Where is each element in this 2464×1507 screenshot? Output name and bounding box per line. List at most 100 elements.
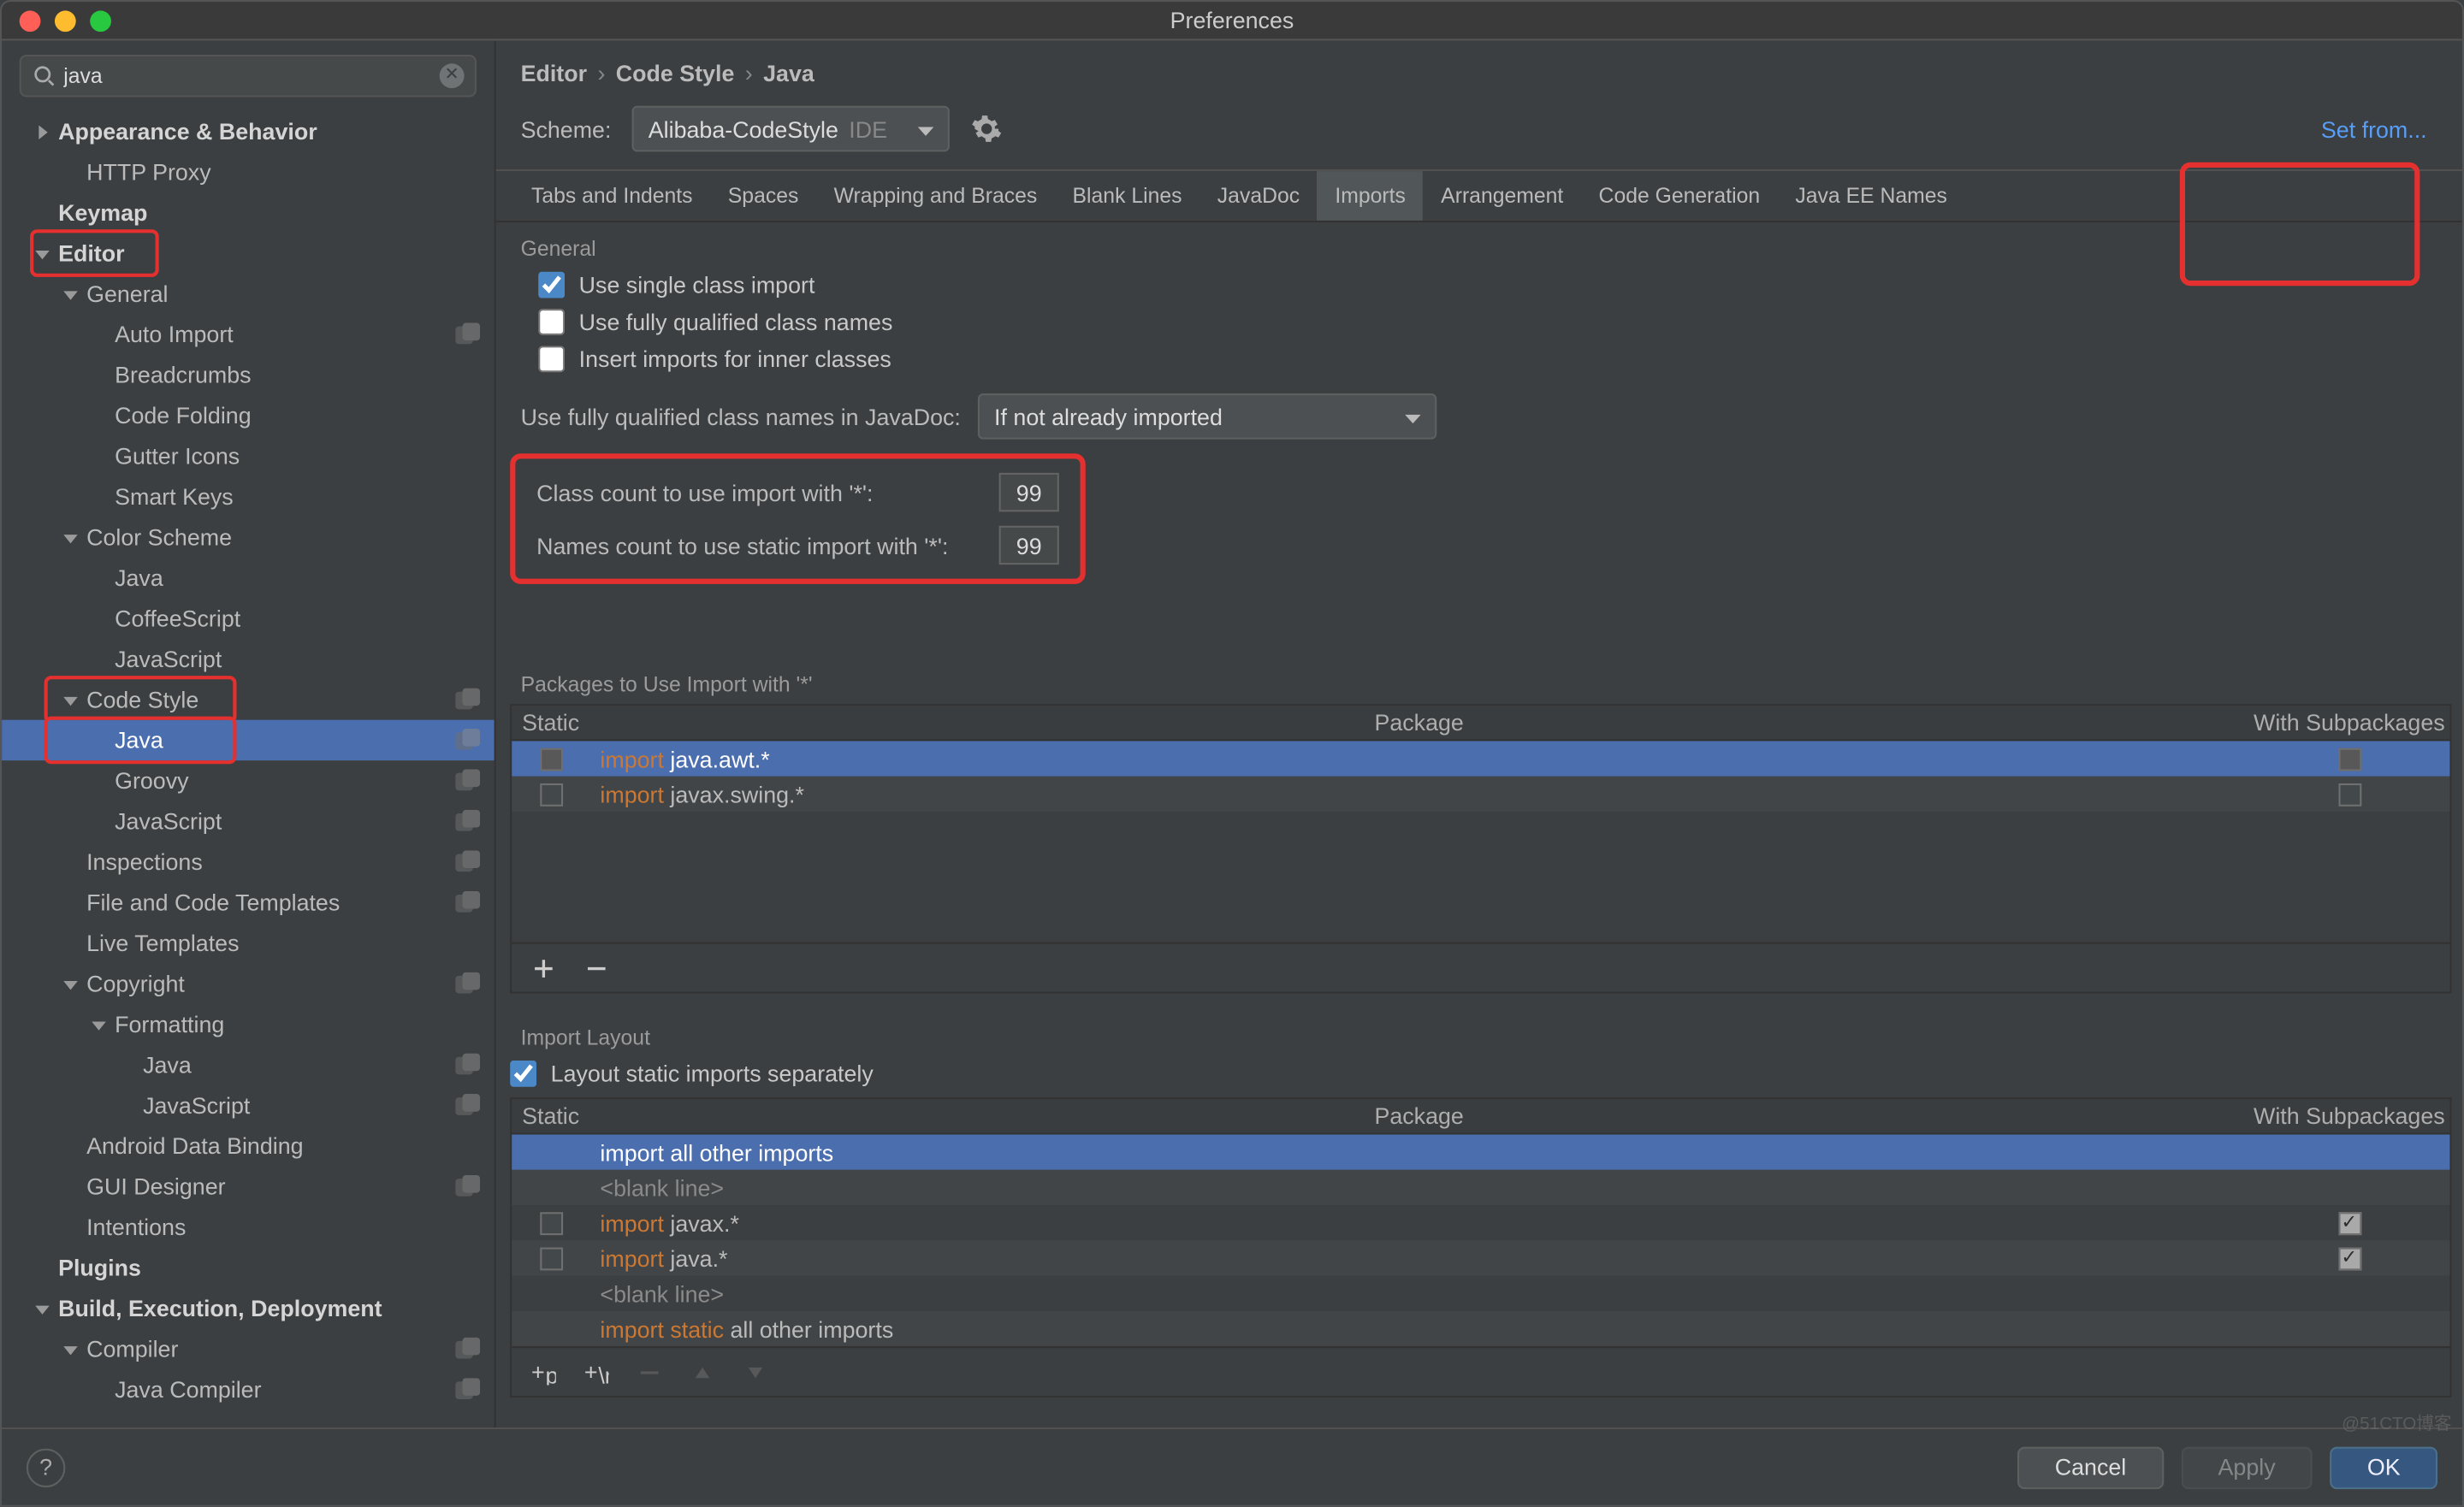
checkbox-insert-imports-for-inner-classes[interactable]: Insert imports for inner classes [538, 346, 2437, 372]
sidebar-item-android-data-binding[interactable]: Android Data Binding [2, 1126, 495, 1166]
subpackages-checkbox[interactable] [2337, 748, 2360, 771]
pkg-table-title: Packages to Use Import with '*' [496, 658, 2462, 704]
sidebar-item-build-execution-deployment[interactable]: Build, Execution, Deployment [2, 1288, 495, 1328]
sidebar-item-java[interactable]: Java [2, 720, 495, 760]
static-checkbox[interactable] [539, 1211, 562, 1234]
checkbox-use-single-class-import[interactable]: Use single class import [538, 272, 2437, 298]
tab-javadoc[interactable]: JavaDoc [1199, 171, 1318, 221]
sidebar-item-gui-designer[interactable]: GUI Designer [2, 1167, 495, 1207]
pkg-table[interactable]: Static Package With Subpackages import j… [510, 704, 2451, 993]
sidebar-item-label: Android Data Binding [86, 1132, 495, 1159]
scheme-badge-icon [455, 728, 480, 753]
sidebar-item-live-templates[interactable]: Live Templates [2, 923, 495, 963]
move-up-button[interactable] [689, 1357, 717, 1386]
sidebar-item-copyright[interactable]: Copyright [2, 963, 495, 1003]
window-title: Preferences [2, 7, 2462, 33]
sidebar-item-appearance-behavior[interactable]: Appearance & Behavior [2, 111, 495, 151]
sidebar-item-auto-import[interactable]: Auto Import [2, 314, 495, 354]
package-cell: import javax.* [589, 1209, 2248, 1236]
tab-spaces[interactable]: Spaces [710, 171, 816, 221]
table-row[interactable]: import javax.swing.* [512, 777, 2449, 812]
package-cell: import static all other imports [589, 1315, 2248, 1342]
remove-row-button[interactable] [583, 954, 611, 982]
sidebar-item-color-scheme[interactable]: Color Scheme [2, 517, 495, 557]
remove-row-button[interactable] [636, 1357, 664, 1386]
subpackages-checkbox[interactable] [2337, 783, 2360, 806]
general-options: Use single class import Use fully qualifi… [496, 269, 2462, 383]
sidebar-item-inspections[interactable]: Inspections [2, 842, 495, 882]
ok-button[interactable]: OK [2331, 1446, 2437, 1489]
fq-dropdown[interactable]: If not already imported [978, 393, 1436, 440]
sidebar-item-label: Intentions [86, 1214, 495, 1240]
sidebar-item-keymap[interactable]: Keymap [2, 192, 495, 233]
tab-code-generation[interactable]: Code Generation [1581, 171, 1778, 221]
static-checkbox[interactable] [539, 783, 562, 806]
table-row[interactable]: import java.awt.* [512, 741, 2449, 776]
class-count-label: Class count to use import with '*': [536, 479, 873, 505]
sidebar-item-javascript[interactable]: JavaScript [2, 639, 495, 679]
tab-tabs-and-indents[interactable]: Tabs and Indents [513, 171, 710, 221]
clear-search-icon[interactable]: ✕ [440, 63, 465, 88]
sidebar-item-compiler[interactable]: Compiler [2, 1328, 495, 1368]
tab-imports[interactable]: Imports [1318, 171, 1424, 221]
cancel-button[interactable]: Cancel [2017, 1446, 2163, 1489]
gear-icon[interactable] [971, 113, 1003, 145]
col-package: Package [589, 709, 2248, 736]
sidebar-item-java-compiler[interactable]: Java Compiler [2, 1369, 495, 1409]
sidebar-item-http-proxy[interactable]: HTTP Proxy [2, 151, 495, 192]
checkbox-label: Use fully qualified class names [579, 309, 893, 335]
add-row-button[interactable] [530, 954, 558, 982]
table-row[interactable]: import java.* [512, 1240, 2449, 1275]
sidebar-item-java[interactable]: Java [2, 1044, 495, 1084]
set-from-link[interactable]: Set from... [2321, 115, 2437, 142]
sidebar-item-label: Live Templates [86, 930, 495, 956]
sidebar-item-intentions[interactable]: Intentions [2, 1207, 495, 1247]
sidebar-item-plugins[interactable]: Plugins [2, 1248, 495, 1288]
subpackages-checkbox[interactable] [2337, 1211, 2360, 1234]
search-input[interactable] [63, 63, 432, 88]
sidebar-item-gutter-icons[interactable]: Gutter Icons [2, 436, 495, 476]
tab-java-ee-names[interactable]: Java EE Names [1778, 171, 1965, 221]
add-row-button[interactable]: +p [530, 1357, 558, 1386]
sidebar-item-coffeescript[interactable]: CoffeeScript [2, 598, 495, 638]
sidebar-item-java[interactable]: Java [2, 558, 495, 598]
sidebar-item-code-folding[interactable]: Code Folding [2, 395, 495, 435]
tab-blank-lines[interactable]: Blank Lines [1055, 171, 1199, 221]
layout-table[interactable]: Static Package With Subpackages import a… [510, 1097, 2451, 1398]
subpackages-checkbox[interactable] [2337, 1247, 2360, 1270]
tab-wrapping-and-braces[interactable]: Wrapping and Braces [816, 171, 1055, 221]
table-row[interactable]: <blank line> [512, 1170, 2449, 1205]
static-checkbox[interactable] [539, 748, 562, 771]
sidebar-item-label: General [86, 281, 495, 307]
sidebar-item-javascript[interactable]: JavaScript [2, 1085, 495, 1126]
sidebar-item-label: Keymap [58, 199, 495, 226]
scheme-dropdown[interactable]: Alibaba-CodeStyle IDE [632, 106, 950, 152]
sidebar-item-label: Build, Execution, Deployment [58, 1295, 495, 1321]
add-blank-button[interactable]: +\n [583, 1357, 611, 1386]
sidebar-item-file-and-code-templates[interactable]: File and Code Templates [2, 883, 495, 923]
table-row[interactable]: import all other imports [512, 1135, 2449, 1170]
sidebar-item-code-style[interactable]: Code Style [2, 679, 495, 719]
table-row[interactable]: <blank line> [512, 1276, 2449, 1311]
class-count-input[interactable] [999, 473, 1059, 511]
sidebar-item-javascript[interactable]: JavaScript [2, 801, 495, 842]
help-button[interactable]: ? [27, 1448, 65, 1486]
table-row[interactable]: import static all other imports [512, 1311, 2449, 1346]
layout-static-checkbox[interactable]: Layout static imports separately [510, 1061, 2437, 1087]
sidebar-item-general[interactable]: General [2, 274, 495, 314]
table-row[interactable]: import javax.* [512, 1205, 2449, 1240]
tab-arrangement[interactable]: Arrangement [1424, 171, 1581, 221]
sidebar-item-editor[interactable]: Editor [2, 233, 495, 273]
names-count-input[interactable] [999, 526, 1059, 564]
sidebar-item-groovy[interactable]: Groovy [2, 760, 495, 801]
sidebar-item-smart-keys[interactable]: Smart Keys [2, 476, 495, 517]
search-field[interactable]: ✕ [20, 55, 477, 98]
sidebar-item-formatting[interactable]: Formatting [2, 1004, 495, 1044]
sidebar-item-breadcrumbs[interactable]: Breadcrumbs [2, 355, 495, 395]
checkbox-use-fully-qualified-class-names[interactable]: Use fully qualified class names [538, 309, 2437, 335]
svg-text:+: + [531, 1360, 545, 1385]
checkbox-label: Insert imports for inner classes [579, 346, 891, 372]
settings-tree[interactable]: Appearance & BehaviorHTTP Proxy Keymap Edi… [2, 111, 495, 1427]
move-down-button[interactable] [741, 1357, 769, 1386]
static-checkbox[interactable] [539, 1247, 562, 1270]
